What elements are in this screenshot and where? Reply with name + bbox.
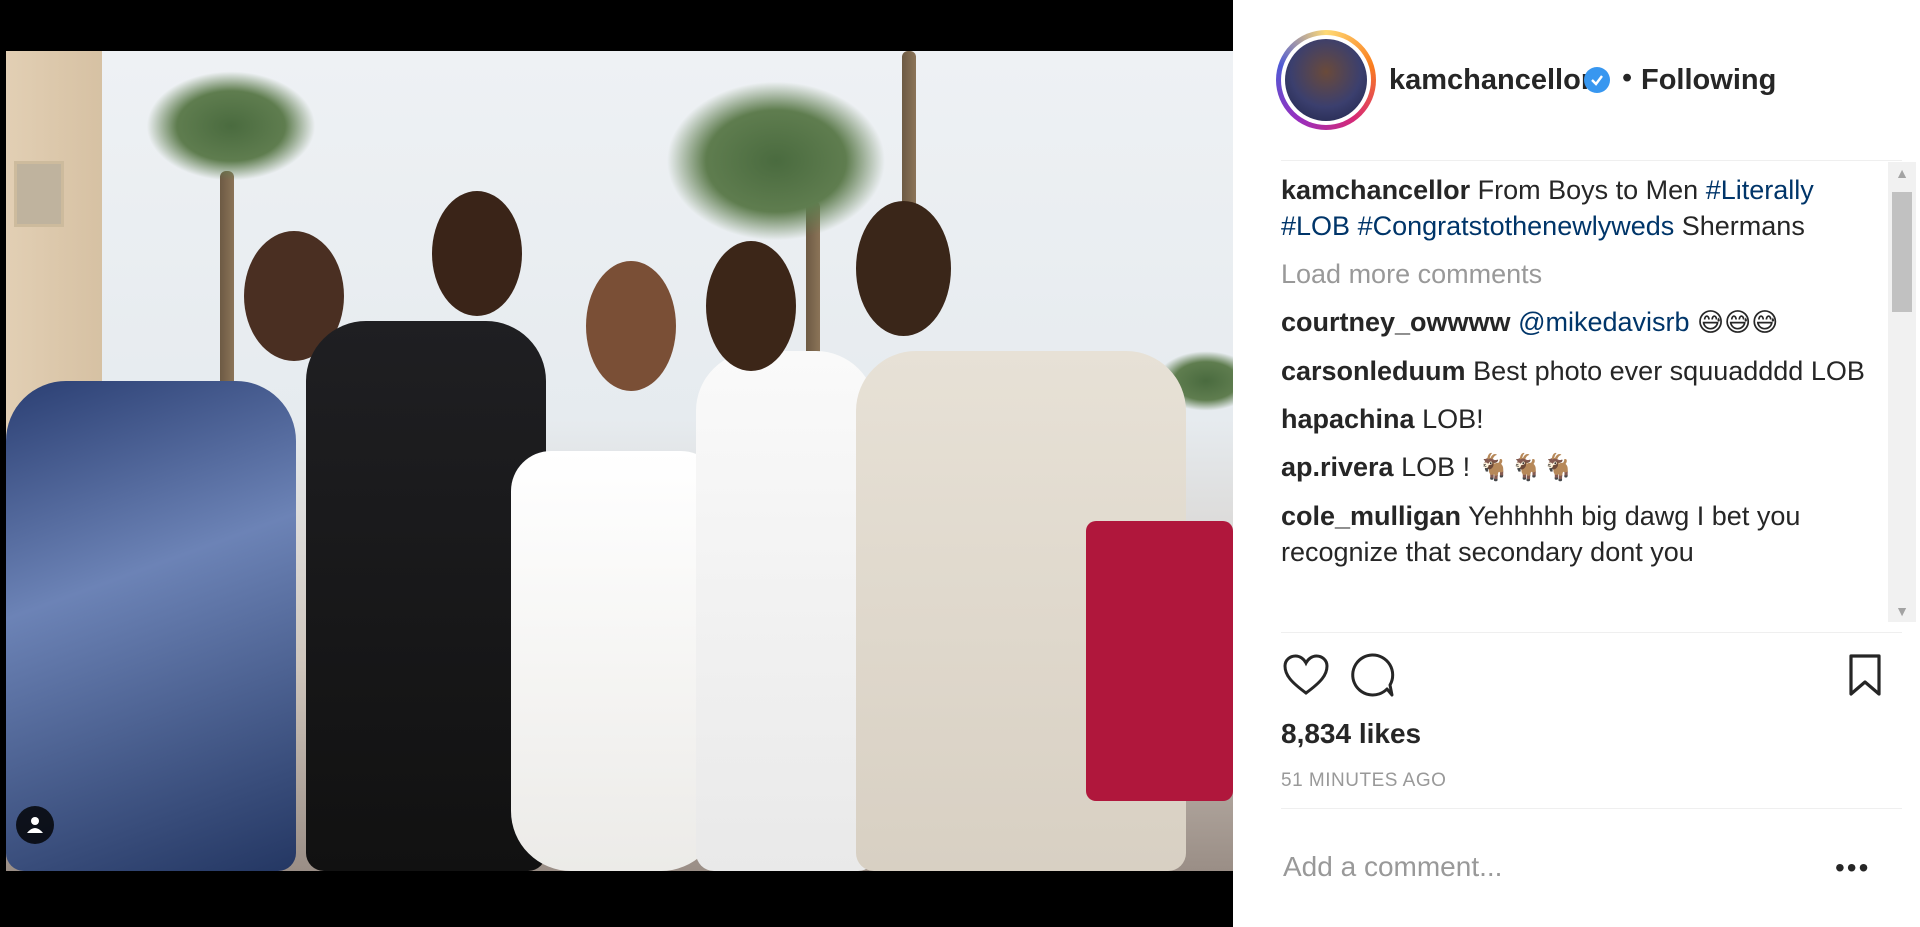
comment-username[interactable]: ap.rivera	[1281, 452, 1394, 482]
heart-icon	[1283, 654, 1329, 695]
comment-icon	[1351, 653, 1395, 697]
mention-link[interactable]: @mikedavisrb	[1518, 307, 1689, 337]
verified-badge-icon	[1584, 67, 1610, 93]
comment-username[interactable]: courtney_owwww	[1281, 307, 1511, 337]
divider	[1281, 808, 1902, 809]
groom-suit	[696, 351, 876, 871]
hashtag-link[interactable]: #LOB	[1281, 211, 1350, 241]
list-item: ap.rivera LOB ! 🐐🐐🐐	[1281, 449, 1890, 486]
comment-text: LOB !	[1401, 452, 1471, 482]
user-tag-button[interactable]	[16, 806, 54, 844]
comment-text: Best photo ever squuadddd LOB	[1473, 356, 1865, 386]
post-header: kamchancellor • Following	[1233, 0, 1920, 160]
bookmark-icon	[1849, 654, 1881, 696]
caption: kamchancellor From Boys to Men #Literall…	[1281, 172, 1890, 244]
caption-username[interactable]: kamchancellor	[1281, 175, 1470, 205]
post-details-panel: kamchancellor • Following kamchancellor …	[1233, 0, 1920, 927]
post-actions	[1281, 650, 1890, 700]
comment-emoji: 😅😅😅	[1697, 308, 1779, 338]
bride-head	[586, 261, 676, 391]
caption-text: From Boys to Men	[1477, 175, 1699, 205]
scroll-down-icon[interactable]: ▼	[1888, 600, 1916, 622]
comment-username[interactable]: cole_mulligan	[1281, 501, 1461, 531]
palm-trunk	[220, 171, 234, 391]
groom-head	[706, 241, 796, 371]
comments-scrollbar[interactable]: ▲ ▼	[1888, 162, 1916, 622]
avatar[interactable]	[1276, 30, 1376, 130]
person-5-head	[856, 201, 951, 336]
load-more-comments[interactable]: Load more comments	[1281, 256, 1890, 292]
comment-text: LOB!	[1422, 404, 1484, 434]
separator-dot: •	[1622, 62, 1633, 94]
person-2-head	[432, 191, 522, 316]
scrollbar-thumb[interactable]	[1892, 192, 1912, 312]
comments-list: kamchancellor From Boys to Men #Literall…	[1281, 172, 1890, 630]
save-button[interactable]	[1840, 650, 1890, 700]
list-item: courtney_owwww @mikedavisrb 😅😅😅	[1281, 304, 1890, 341]
more-options-icon[interactable]: •••	[1835, 852, 1870, 884]
comment-username[interactable]: carsonleduum	[1281, 356, 1466, 386]
list-item: cole_mulligan Yehhhhh big dawg I bet you…	[1281, 498, 1890, 570]
divider	[1281, 632, 1902, 633]
list-item: hapachina LOB!	[1281, 401, 1890, 437]
avatar-image	[1285, 39, 1367, 121]
comment-button[interactable]	[1347, 650, 1397, 700]
bride-dress	[511, 451, 721, 871]
like-button[interactable]	[1281, 650, 1331, 700]
post-media	[0, 0, 1233, 927]
palm-fronds	[666, 81, 886, 241]
likes-count[interactable]: 8,834 likes	[1281, 718, 1421, 750]
post-photo[interactable]	[6, 51, 1233, 871]
comment-emoji: 🐐🐐🐐	[1477, 453, 1575, 483]
person-1	[6, 381, 296, 871]
person-2	[306, 321, 546, 871]
palm-fronds	[146, 71, 316, 181]
following-button[interactable]: Following	[1641, 64, 1776, 97]
user-tag-icon	[27, 817, 43, 833]
post-username[interactable]: kamchancellor	[1389, 64, 1592, 97]
comment-username[interactable]: hapachina	[1281, 404, 1415, 434]
list-item: carsonleduum Best photo ever squuadddd L…	[1281, 353, 1890, 389]
hashtag-link[interactable]: #Congratstothenewlyweds	[1358, 211, 1675, 241]
hashtag-link[interactable]: #Literally	[1706, 175, 1814, 205]
caption-tail: Shermans	[1681, 211, 1805, 241]
post-timestamp: 51 MINUTES AGO	[1281, 770, 1447, 791]
guest-red	[1086, 521, 1233, 801]
add-comment-input[interactable]	[1281, 850, 1805, 884]
scroll-up-icon[interactable]: ▲	[1888, 162, 1916, 184]
divider	[1281, 160, 1902, 161]
